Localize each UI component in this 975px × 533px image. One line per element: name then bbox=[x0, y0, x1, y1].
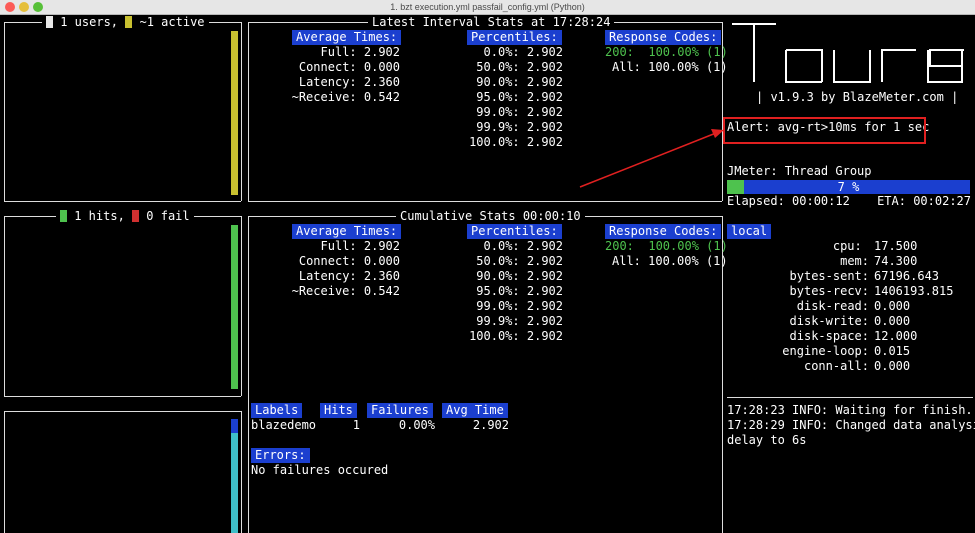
annotation-arrow bbox=[579, 129, 724, 188]
